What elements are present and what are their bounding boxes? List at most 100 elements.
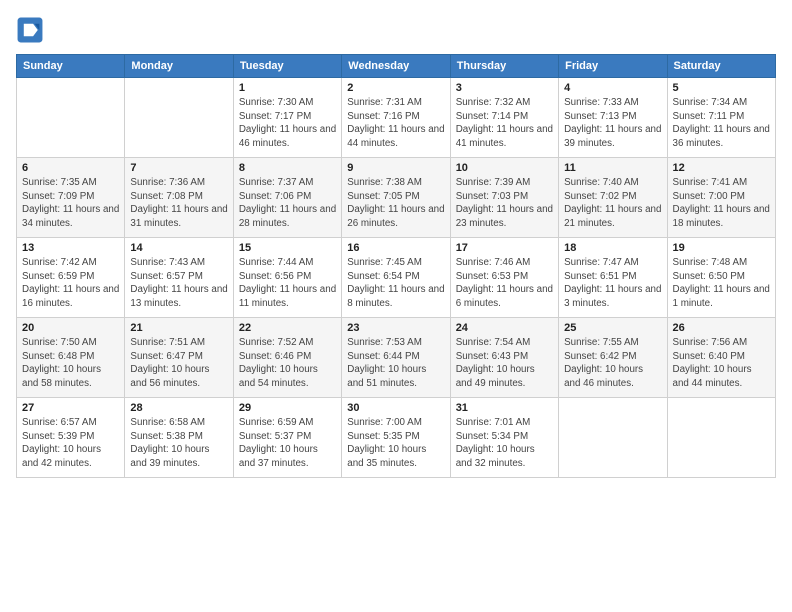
calendar-day-cell: 6 Sunrise: 7:35 AM Sunset: 7:09 PM Daylig… — [17, 158, 125, 238]
logo — [16, 16, 48, 44]
calendar-day-cell: 20 Sunrise: 7:50 AM Sunset: 6:48 PM Dayli… — [17, 318, 125, 398]
day-number: 19 — [673, 242, 770, 254]
calendar-day-cell — [667, 398, 775, 478]
day-info: Sunrise: 7:43 AM Sunset: 6:57 PM Dayligh… — [130, 256, 227, 311]
day-number: 26 — [673, 322, 770, 334]
day-info: Sunrise: 7:44 AM Sunset: 6:56 PM Dayligh… — [239, 256, 336, 311]
calendar-day-cell: 9 Sunrise: 7:38 AM Sunset: 7:05 PM Daylig… — [342, 158, 450, 238]
weekday-header: Thursday — [450, 55, 558, 78]
day-number: 27 — [22, 402, 119, 414]
day-info: Sunrise: 7:00 AM Sunset: 5:35 PM Dayligh… — [347, 416, 444, 471]
day-number: 6 — [22, 162, 119, 174]
day-number: 10 — [456, 162, 553, 174]
calendar-day-cell — [17, 78, 125, 158]
calendar-week-row: 20 Sunrise: 7:50 AM Sunset: 6:48 PM Dayli… — [17, 318, 776, 398]
calendar-day-cell: 26Sunrise: 7:56 AM Sunset: 6:40 PM Dayli… — [667, 318, 775, 398]
calendar-day-cell: 29Sunrise: 6:59 AM Sunset: 5:37 PM Dayli… — [233, 398, 341, 478]
day-info: Sunrise: 7:51 AM Sunset: 6:47 PM Dayligh… — [130, 336, 227, 391]
day-number: 15 — [239, 242, 336, 254]
day-info: Sunrise: 7:52 AM Sunset: 6:46 PM Dayligh… — [239, 336, 336, 391]
day-number: 4 — [564, 82, 661, 94]
logo-icon — [16, 16, 44, 44]
day-info: Sunrise: 6:57 AM Sunset: 5:39 PM Dayligh… — [22, 416, 119, 471]
day-info: Sunrise: 7:48 AM Sunset: 6:50 PM Dayligh… — [673, 256, 770, 311]
day-info: Sunrise: 7:55 AM Sunset: 6:42 PM Dayligh… — [564, 336, 661, 391]
day-info: Sunrise: 7:36 AM Sunset: 7:08 PM Dayligh… — [130, 176, 227, 231]
day-number: 13 — [22, 242, 119, 254]
day-number: 18 — [564, 242, 661, 254]
day-info: Sunrise: 7:37 AM Sunset: 7:06 PM Dayligh… — [239, 176, 336, 231]
calendar-day-cell: 28Sunrise: 6:58 AM Sunset: 5:38 PM Dayli… — [125, 398, 233, 478]
calendar-day-cell: 8Sunrise: 7:37 AM Sunset: 7:06 PM Daylig… — [233, 158, 341, 238]
day-info: Sunrise: 7:45 AM Sunset: 6:54 PM Dayligh… — [347, 256, 444, 311]
calendar-day-cell: 4 Sunrise: 7:33 AM Sunset: 7:13 PM Daylig… — [559, 78, 667, 158]
day-info: Sunrise: 7:33 AM Sunset: 7:13 PM Dayligh… — [564, 96, 661, 151]
calendar-day-cell: 25 Sunrise: 7:55 AM Sunset: 6:42 PM Dayli… — [559, 318, 667, 398]
day-info: Sunrise: 7:34 AM Sunset: 7:11 PM Dayligh… — [673, 96, 770, 151]
calendar-day-cell: 24 Sunrise: 7:54 AM Sunset: 6:43 PM Dayli… — [450, 318, 558, 398]
day-number: 31 — [456, 402, 553, 414]
day-info: Sunrise: 7:47 AM Sunset: 6:51 PM Dayligh… — [564, 256, 661, 311]
day-number: 7 — [130, 162, 227, 174]
calendar-week-row: 13 Sunrise: 7:42 AM Sunset: 6:59 PM Dayli… — [17, 238, 776, 318]
day-number: 9 — [347, 162, 444, 174]
calendar-day-cell: 23 Sunrise: 7:53 AM Sunset: 6:44 PM Dayli… — [342, 318, 450, 398]
day-info: Sunrise: 7:35 AM Sunset: 7:09 PM Dayligh… — [22, 176, 119, 231]
day-number: 25 — [564, 322, 661, 334]
day-number: 29 — [239, 402, 336, 414]
day-number: 5 — [673, 82, 770, 94]
day-number: 12 — [673, 162, 770, 174]
weekday-header: Friday — [559, 55, 667, 78]
calendar-day-cell: 5 Sunrise: 7:34 AM Sunset: 7:11 PM Daylig… — [667, 78, 775, 158]
calendar-table: SundayMondayTuesdayWednesdayThursdayFrid… — [16, 54, 776, 478]
day-number: 17 — [456, 242, 553, 254]
day-number: 22 — [239, 322, 336, 334]
calendar-day-cell: 18 Sunrise: 7:47 AM Sunset: 6:51 PM Dayli… — [559, 238, 667, 318]
calendar-week-row: 1 Sunrise: 7:30 AM Sunset: 7:17 PM Daylig… — [17, 78, 776, 158]
calendar-day-cell: 27 Sunrise: 6:57 AM Sunset: 5:39 PM Dayli… — [17, 398, 125, 478]
day-info: Sunrise: 7:32 AM Sunset: 7:14 PM Dayligh… — [456, 96, 553, 151]
day-info: Sunrise: 7:40 AM Sunset: 7:02 PM Dayligh… — [564, 176, 661, 231]
weekday-header: Sunday — [17, 55, 125, 78]
calendar-day-cell: 11 Sunrise: 7:40 AM Sunset: 7:02 PM Dayli… — [559, 158, 667, 238]
day-info: Sunrise: 7:31 AM Sunset: 7:16 PM Dayligh… — [347, 96, 444, 151]
calendar-day-cell: 22 Sunrise: 7:52 AM Sunset: 6:46 PM Dayli… — [233, 318, 341, 398]
day-number: 21 — [130, 322, 227, 334]
day-info: Sunrise: 6:58 AM Sunset: 5:38 PM Dayligh… — [130, 416, 227, 471]
day-number: 24 — [456, 322, 553, 334]
day-number: 20 — [22, 322, 119, 334]
calendar-week-row: 6 Sunrise: 7:35 AM Sunset: 7:09 PM Daylig… — [17, 158, 776, 238]
day-info: Sunrise: 7:53 AM Sunset: 6:44 PM Dayligh… — [347, 336, 444, 391]
calendar-day-cell: 30 Sunrise: 7:00 AM Sunset: 5:35 PM Dayli… — [342, 398, 450, 478]
day-number: 30 — [347, 402, 444, 414]
calendar-week-row: 27 Sunrise: 6:57 AM Sunset: 5:39 PM Dayli… — [17, 398, 776, 478]
day-number: 2 — [347, 82, 444, 94]
calendar-day-cell: 14Sunrise: 7:43 AM Sunset: 6:57 PM Dayli… — [125, 238, 233, 318]
calendar-day-cell: 19 Sunrise: 7:48 AM Sunset: 6:50 PM Dayli… — [667, 238, 775, 318]
day-info: Sunrise: 7:42 AM Sunset: 6:59 PM Dayligh… — [22, 256, 119, 311]
calendar-day-cell: 12Sunrise: 7:41 AM Sunset: 7:00 PM Dayli… — [667, 158, 775, 238]
day-number: 23 — [347, 322, 444, 334]
day-info: Sunrise: 7:50 AM Sunset: 6:48 PM Dayligh… — [22, 336, 119, 391]
weekday-header: Wednesday — [342, 55, 450, 78]
weekday-header: Tuesday — [233, 55, 341, 78]
calendar-day-cell: 13 Sunrise: 7:42 AM Sunset: 6:59 PM Dayli… — [17, 238, 125, 318]
day-info: Sunrise: 7:39 AM Sunset: 7:03 PM Dayligh… — [456, 176, 553, 231]
calendar-day-cell — [125, 78, 233, 158]
calendar-day-cell: 1 Sunrise: 7:30 AM Sunset: 7:17 PM Daylig… — [233, 78, 341, 158]
weekday-header: Saturday — [667, 55, 775, 78]
day-number: 1 — [239, 82, 336, 94]
day-info: Sunrise: 7:30 AM Sunset: 7:17 PM Dayligh… — [239, 96, 336, 151]
page-header — [16, 16, 776, 44]
day-number: 3 — [456, 82, 553, 94]
calendar-day-cell: 3 Sunrise: 7:32 AM Sunset: 7:14 PM Daylig… — [450, 78, 558, 158]
day-number: 11 — [564, 162, 661, 174]
calendar-day-cell: 21 Sunrise: 7:51 AM Sunset: 6:47 PM Dayli… — [125, 318, 233, 398]
calendar-day-cell: 15 Sunrise: 7:44 AM Sunset: 6:56 PM Dayli… — [233, 238, 341, 318]
day-info: Sunrise: 7:38 AM Sunset: 7:05 PM Dayligh… — [347, 176, 444, 231]
day-info: Sunrise: 7:54 AM Sunset: 6:43 PM Dayligh… — [456, 336, 553, 391]
calendar-day-cell: 10 Sunrise: 7:39 AM Sunset: 7:03 PM Dayli… — [450, 158, 558, 238]
day-info: Sunrise: 7:46 AM Sunset: 6:53 PM Dayligh… — [456, 256, 553, 311]
calendar-day-cell: 7 Sunrise: 7:36 AM Sunset: 7:08 PM Daylig… — [125, 158, 233, 238]
calendar-day-cell — [559, 398, 667, 478]
